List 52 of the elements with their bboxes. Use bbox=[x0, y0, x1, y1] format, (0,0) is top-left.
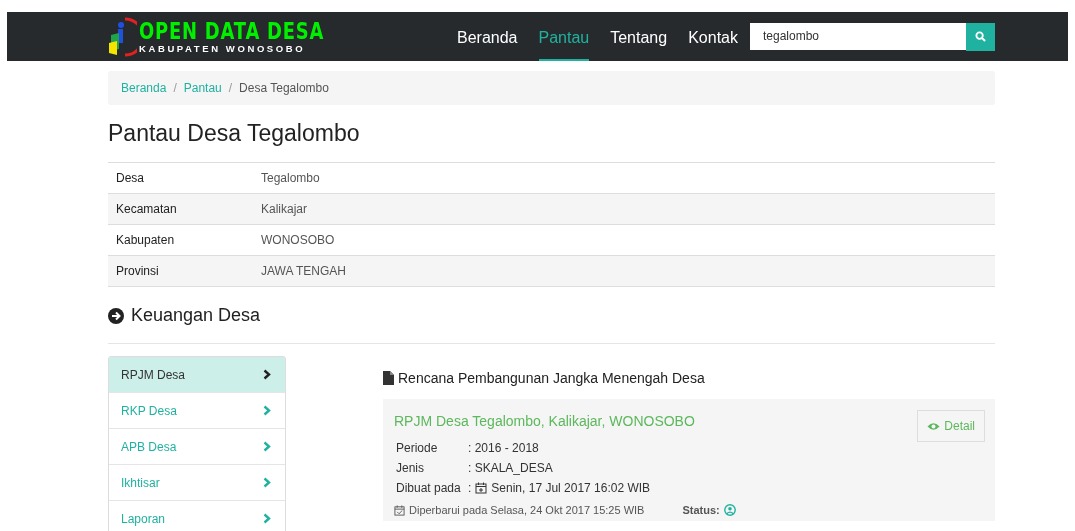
field-value: : SKALA_DESA bbox=[468, 461, 553, 475]
section-title: Keuangan Desa bbox=[131, 305, 261, 326]
breadcrumb-separator: / bbox=[228, 81, 233, 95]
field-label: Periode bbox=[396, 441, 439, 455]
updated-date: Diperbarui pada Selasa, 24 Okt 2017 15:25 WIB bbox=[409, 504, 645, 516]
sidebar-item[interactable]: Laporan bbox=[109, 500, 285, 531]
breadcrumb-current: Desa Tegalombo bbox=[239, 81, 329, 95]
chevron-icon bbox=[263, 513, 271, 524]
logo-title: OPEN DATA DESA bbox=[139, 19, 325, 43]
breadcrumb-link[interactable]: Beranda bbox=[121, 81, 167, 95]
table-cell-text: Kabupaten bbox=[115, 233, 176, 247]
table-cell: WONOSOBO bbox=[261, 233, 335, 247]
logo-subtitle: KABUPATEN WONOSOBO bbox=[139, 43, 307, 54]
chevron-icon bbox=[263, 405, 271, 416]
field-label: Dibuat pada bbox=[396, 481, 462, 495]
user-circle-icon bbox=[723, 504, 736, 516]
panel-title: Rencana Pembangunan Jangka Menengah Desa bbox=[398, 370, 705, 386]
detail-button[interactable]: Detail bbox=[917, 410, 985, 442]
field-label: Jenis bbox=[396, 461, 425, 475]
sidebar-item[interactable]: Ikhtisar bbox=[109, 464, 285, 500]
page-title: Pantau Desa Tegalombo bbox=[108, 120, 361, 147]
eye-icon bbox=[927, 421, 941, 431]
calendar-check-icon bbox=[394, 504, 405, 516]
table-cell-text: Provinsi bbox=[115, 264, 160, 278]
arrow-circle-icon bbox=[108, 307, 124, 324]
card-title-link[interactable]: RPJM Desa Tegalombo, Kalikajar, WONOSOBO bbox=[394, 413, 695, 429]
chevron-icon bbox=[263, 369, 271, 380]
table-cell: Kalikajar bbox=[261, 202, 308, 216]
table-cell-text: Kecamatan bbox=[115, 202, 178, 216]
breadcrumb-link[interactable]: Pantau bbox=[183, 81, 222, 95]
nav-link[interactable]: Kontak bbox=[688, 12, 738, 61]
search-button[interactable] bbox=[965, 22, 995, 51]
calendar-plus-icon bbox=[475, 482, 488, 494]
breadcrumb-separator: / bbox=[173, 81, 177, 95]
sidebar-item[interactable]: APB Desa bbox=[109, 428, 285, 464]
document-icon bbox=[383, 371, 394, 385]
nav-link[interactable]: Pantau bbox=[538, 12, 590, 61]
sidebar-item[interactable]: RPJM Desa bbox=[109, 357, 285, 392]
field-colon: : bbox=[468, 481, 472, 495]
table-cell: Tegalombo bbox=[261, 171, 320, 185]
sidebar-item[interactable]: RKP Desa bbox=[109, 392, 285, 428]
search-field[interactable]: tegalombo bbox=[749, 22, 966, 50]
status-label: Status: bbox=[682, 504, 720, 516]
nav-link[interactable]: Beranda bbox=[457, 12, 518, 61]
search-icon bbox=[974, 31, 986, 42]
table-cell: JAWA TENGAH bbox=[261, 264, 346, 278]
chevron-icon bbox=[263, 441, 271, 452]
field-value: : 2016 - 2018 bbox=[468, 441, 539, 455]
chevron-icon bbox=[263, 477, 271, 488]
field-value: Senin, 17 Jul 2017 16:02 WIB bbox=[491, 481, 651, 495]
table-cell-text: Desa bbox=[115, 171, 145, 185]
nav-link[interactable]: Tentang bbox=[610, 12, 668, 61]
